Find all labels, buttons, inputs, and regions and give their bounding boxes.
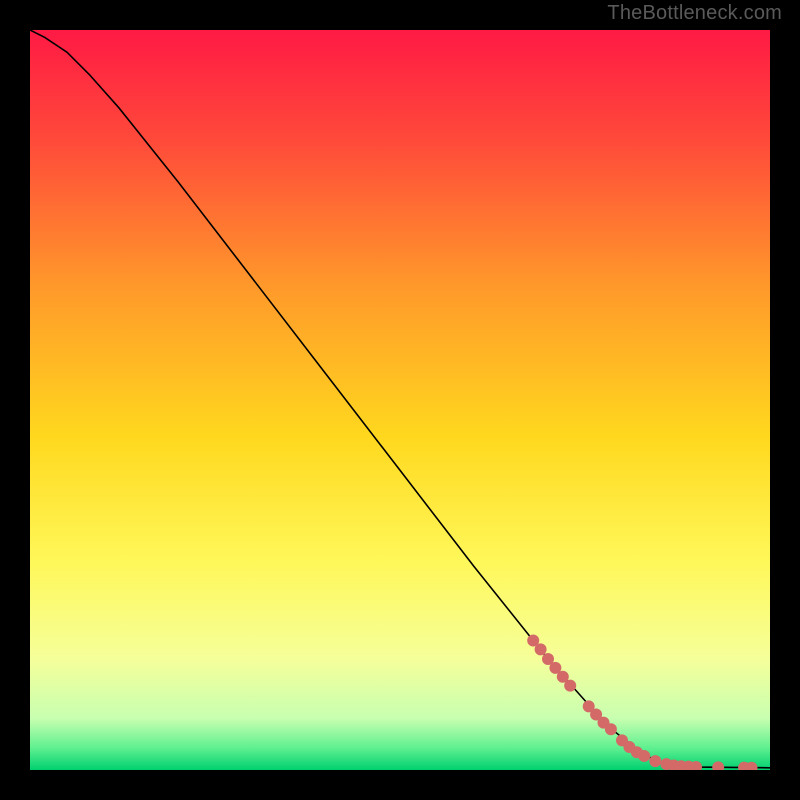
chart-marker [564,680,576,692]
watermark-text: TheBottleneck.com [607,2,782,25]
chart-marker [535,643,547,655]
chart-plot-area [30,30,770,770]
chart-marker [605,723,617,735]
chart-background [30,30,770,770]
chart-svg [30,30,770,770]
chart-marker [649,755,661,767]
chart-marker [638,750,650,762]
